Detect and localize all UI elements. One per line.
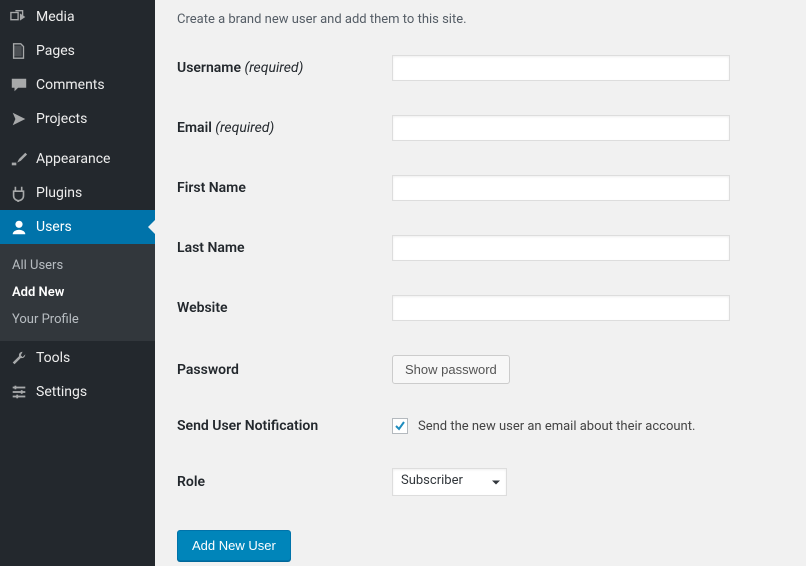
sidebar-item-label: Pages (36, 43, 147, 59)
page-description: Create a brand new user and add them to … (177, 12, 784, 27)
row-first-name: First Name (177, 175, 784, 201)
row-website: Website (177, 295, 784, 321)
sidebar-item-label: Plugins (36, 185, 147, 201)
label-password: Password (177, 362, 392, 378)
role-select[interactable]: Subscriber (392, 468, 507, 496)
notification-checkbox[interactable] (392, 418, 408, 434)
sidebar-item-label: Comments (36, 77, 147, 93)
sidebar-item-users[interactable]: Users (0, 210, 155, 244)
users-icon (8, 218, 30, 236)
submenu-item-add-new[interactable]: Add New (0, 279, 155, 306)
label-last-name: Last Name (177, 240, 392, 256)
sidebar-item-label: Appearance (36, 151, 147, 167)
sidebar-item-tools[interactable]: Tools (0, 341, 155, 375)
role-select-wrap: Subscriber (392, 468, 507, 496)
sidebar-item-pages[interactable]: Pages (0, 34, 155, 68)
active-pointer-icon (148, 219, 156, 235)
sidebar-item-label: Users (36, 219, 147, 235)
label-first-name: First Name (177, 180, 392, 196)
sidebar-item-appearance[interactable]: Appearance (0, 142, 155, 176)
main-content: Create a brand new user and add them to … (155, 0, 806, 566)
row-notification: Send User Notification Send the new user… (177, 418, 784, 434)
label-send-notification: Send User Notification (177, 418, 392, 434)
notification-checkbox-wrap: Send the new user an email about their a… (392, 418, 695, 434)
email-input[interactable] (392, 115, 730, 141)
notification-checkbox-label: Send the new user an email about their a… (418, 419, 695, 434)
settings-icon (8, 383, 30, 401)
show-password-button[interactable]: Show password (392, 355, 510, 384)
media-icon (8, 8, 30, 26)
submenu-item-all-users[interactable]: All Users (0, 252, 155, 279)
check-icon (394, 420, 406, 432)
projects-icon (8, 110, 30, 128)
first-name-input[interactable] (392, 175, 730, 201)
label-text: Email (177, 120, 212, 136)
sidebar-item-media[interactable]: Media (0, 0, 155, 34)
sidebar-item-settings[interactable]: Settings (0, 375, 155, 409)
label-website: Website (177, 300, 392, 316)
users-submenu: All Users Add New Your Profile (0, 244, 155, 341)
label-role: Role (177, 474, 392, 490)
comments-icon (8, 76, 30, 94)
submenu-item-your-profile[interactable]: Your Profile (0, 306, 155, 333)
last-name-input[interactable] (392, 235, 730, 261)
add-new-user-button[interactable]: Add New User (177, 530, 291, 561)
admin-sidebar: Media Pages Comments Projects Appearance… (0, 0, 155, 566)
row-password: Password Show password (177, 355, 784, 384)
appearance-icon (8, 150, 30, 168)
label-username: Username (required) (177, 60, 392, 76)
sidebar-item-label: Tools (36, 350, 147, 366)
sidebar-item-plugins[interactable]: Plugins (0, 176, 155, 210)
required-text: (required) (241, 60, 303, 76)
row-username: Username (required) (177, 55, 784, 81)
required-text: (required) (212, 120, 274, 136)
row-email: Email (required) (177, 115, 784, 141)
tools-icon (8, 349, 30, 367)
username-input[interactable] (392, 55, 730, 81)
sidebar-item-label: Settings (36, 384, 147, 400)
sidebar-item-label: Projects (36, 111, 147, 127)
sidebar-item-comments[interactable]: Comments (0, 68, 155, 102)
sidebar-item-projects[interactable]: Projects (0, 102, 155, 136)
label-text: Username (177, 60, 241, 76)
pages-icon (8, 42, 30, 60)
website-input[interactable] (392, 295, 730, 321)
row-last-name: Last Name (177, 235, 784, 261)
plugins-icon (8, 184, 30, 202)
sidebar-item-label: Media (36, 9, 147, 25)
label-email: Email (required) (177, 120, 392, 136)
row-role: Role Subscriber (177, 468, 784, 496)
